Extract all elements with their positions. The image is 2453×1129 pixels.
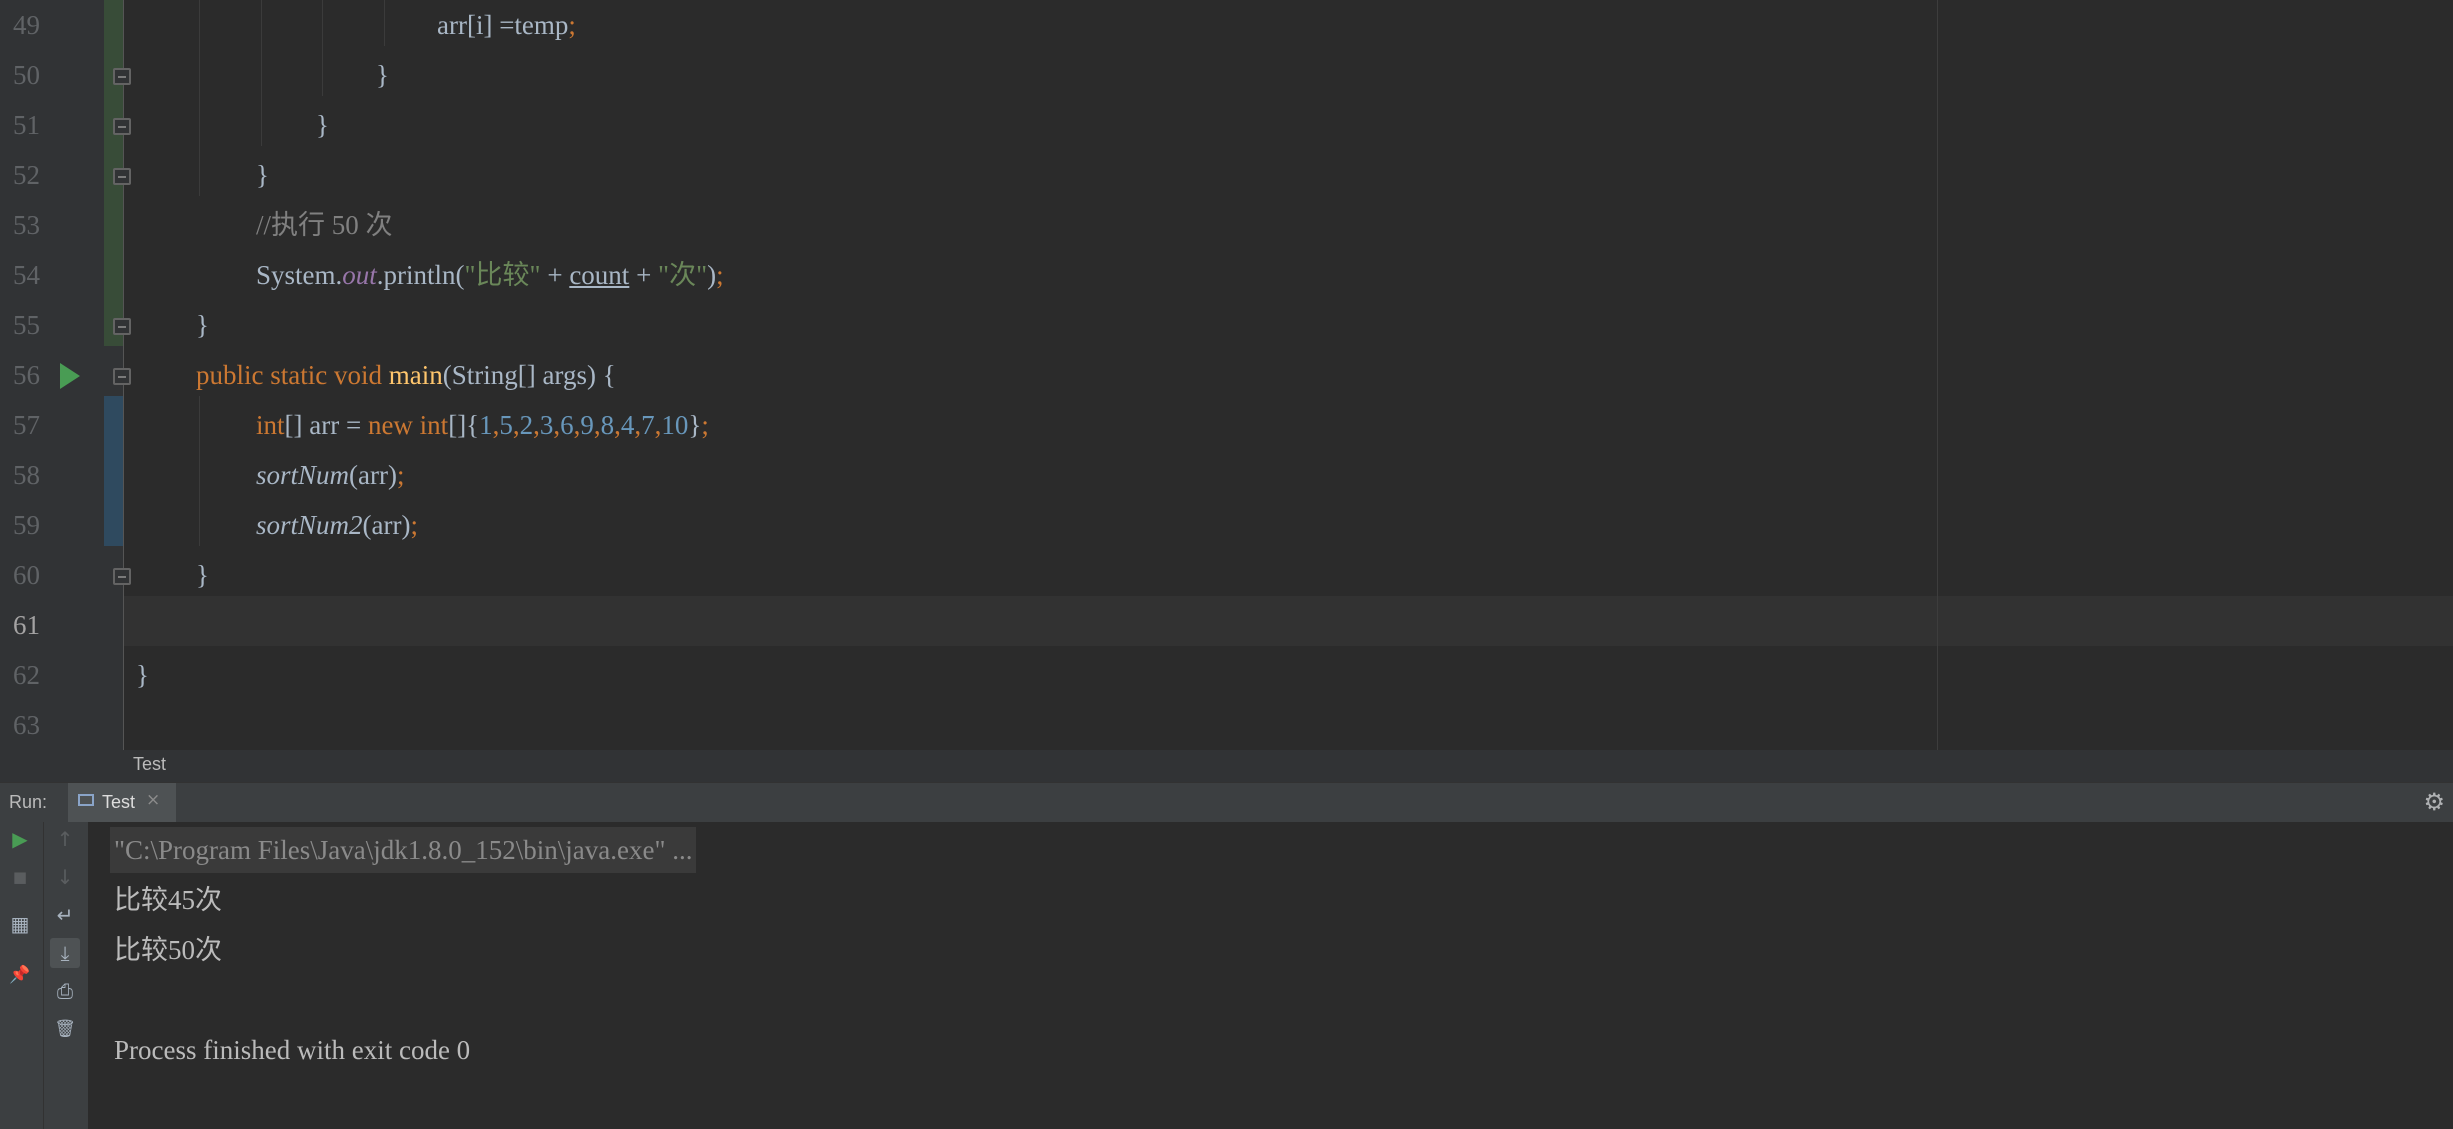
array-literal: 1,5,2,3,6,9,8,4,7,10: [479, 410, 688, 440]
indent-guide: [322, 0, 323, 96]
line-number: 51: [13, 110, 40, 140]
console-exit-message: Process finished with exit code 0: [114, 1035, 471, 1065]
array-value: 8: [600, 410, 615, 440]
pin-icon[interactable]: 📌: [5, 960, 35, 990]
fold-icon[interactable]: [113, 168, 131, 185]
line-number: 62: [13, 660, 40, 690]
fold-icon[interactable]: [113, 68, 131, 85]
code-line[interactable]: }: [376, 50, 389, 100]
line-number: 57: [13, 410, 40, 440]
fold-icon[interactable]: [113, 568, 131, 585]
line-number: 54: [13, 260, 40, 290]
stop-icon[interactable]: ■: [5, 862, 35, 892]
right-margin-guide: [1937, 0, 1938, 750]
fold-icon[interactable]: [113, 118, 131, 135]
code-line[interactable]: }: [196, 300, 209, 350]
line-number: 53: [13, 210, 40, 240]
array-value: 2: [519, 410, 534, 440]
console-output-line: 比较50次: [114, 935, 222, 965]
array-value: 9: [580, 410, 594, 440]
rerun-icon[interactable]: ▶: [5, 824, 35, 854]
array-value: 6: [560, 410, 574, 440]
run-panel-header: Run: Test × ⚙: [0, 782, 2453, 822]
code-line[interactable]: }: [196, 550, 209, 600]
code-editor[interactable]: 49 50 51 52 53 54 55 56 57 58 59 60 61 6…: [0, 0, 2453, 750]
array-value: 10: [661, 410, 689, 440]
fold-icon[interactable]: [113, 368, 131, 385]
indent-guide: [199, 396, 200, 546]
run-tab-label: Test: [102, 792, 136, 812]
fold-icon[interactable]: [113, 318, 131, 335]
line-number: 61: [13, 610, 40, 640]
array-comma: ,: [614, 410, 621, 440]
code-line[interactable]: arr[i] =temp;: [437, 0, 576, 50]
layout-icon[interactable]: ▦: [5, 909, 35, 939]
line-number: 56: [13, 360, 40, 390]
array-value: 1: [479, 410, 493, 440]
line-number: 59: [13, 510, 40, 540]
run-config-icon: [78, 794, 94, 806]
code-line[interactable]: }: [316, 100, 329, 150]
soft-wrap-icon[interactable]: ↵: [50, 900, 80, 930]
line-number: 63: [13, 710, 40, 740]
print-icon[interactable]: ⎙: [50, 976, 80, 1006]
array-comma: ,: [593, 410, 601, 440]
close-icon[interactable]: ×: [146, 790, 160, 810]
array-value: 3: [539, 410, 554, 440]
run-label: Run:: [9, 792, 48, 812]
trash-icon[interactable]: 🗑: [50, 1014, 80, 1044]
console-output-line: 比较45次: [114, 885, 222, 915]
array-value: 4: [620, 410, 635, 440]
scroll-to-end-icon[interactable]: ⤓: [50, 938, 80, 968]
breadcrumb-class[interactable]: Test: [133, 754, 166, 775]
code-line[interactable]: System.out.println("比较" + count + "次");: [256, 250, 724, 300]
code-line[interactable]: int[] arr = new int[]{1,5,2,3,6,9,8,4,7,…: [256, 400, 709, 450]
gear-icon[interactable]: ⚙: [2423, 790, 2445, 814]
code-line[interactable]: public static void main(String[] args) {: [196, 350, 616, 400]
array-comma: ,: [512, 410, 520, 440]
array-comma: ,: [533, 410, 540, 440]
line-number: 58: [13, 460, 40, 490]
code-line[interactable]: }: [136, 650, 149, 700]
line-number: 55: [13, 310, 40, 340]
current-line-highlight: [124, 596, 2453, 646]
indent-guide: [261, 0, 262, 146]
code-comment[interactable]: //执行 50 次: [256, 200, 393, 250]
console-command-line[interactable]: "C:\Program Files\Java\jdk1.8.0_152\bin\…: [110, 827, 697, 873]
line-number: 60: [13, 560, 40, 590]
line-number: 50: [13, 60, 40, 90]
arrow-up-icon[interactable]: ↑: [50, 824, 80, 854]
run-tab-test[interactable]: Test ×: [68, 783, 176, 822]
code-line[interactable]: }: [256, 150, 269, 200]
arrow-down-icon[interactable]: ↓: [50, 862, 80, 892]
breadcrumb[interactable]: Test: [0, 750, 2453, 782]
run-gutter-icon[interactable]: [60, 363, 80, 389]
code-line[interactable]: sortNum(arr);: [256, 450, 405, 500]
indent-guide: [384, 0, 385, 46]
run-toolbar: ▶ ■ ▦ 📌 ↑ ↓ ↵ ⤓ ⎙ 🗑: [0, 822, 88, 1129]
line-number: 49: [13, 10, 40, 40]
line-number: 52: [13, 160, 40, 190]
array-value: 7: [641, 410, 655, 440]
code-line[interactable]: sortNum2(arr);: [256, 500, 418, 550]
indent-guide: [199, 0, 200, 196]
toolbar-divider: [43, 822, 44, 1129]
array-value: 5: [499, 410, 513, 440]
